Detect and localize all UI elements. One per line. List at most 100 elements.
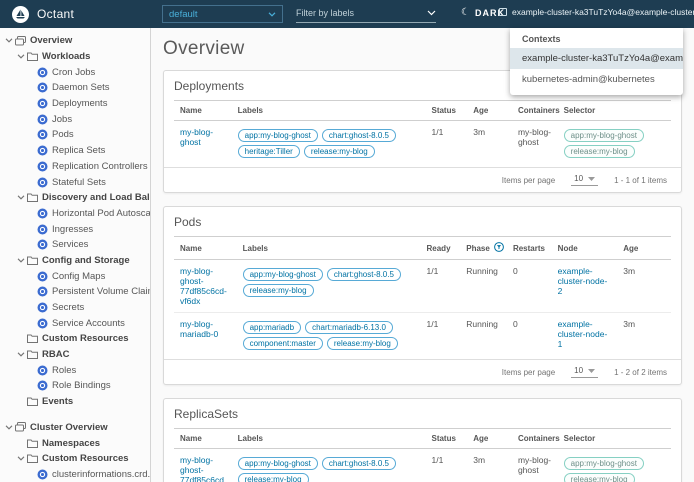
- page-size-select[interactable]: 10: [571, 174, 599, 186]
- folder-icon: [26, 439, 38, 448]
- table-cell: Running: [460, 260, 507, 313]
- cell-link[interactable]: example-cluster-node-1: [558, 319, 608, 349]
- table-cell: example-cluster-node-1: [551, 312, 618, 357]
- sidebar-item-daemon-sets[interactable]: Daemon Sets: [0, 80, 150, 96]
- folder-icon: [26, 52, 38, 62]
- sidebar-item-horizontal-pod-autoscalers[interactable]: Horizontal Pod Autoscalers: [0, 206, 150, 222]
- context-menu-item[interactable]: example-cluster-ka3TuTzYo4a@example-clu.…: [510, 48, 683, 69]
- cell-text: 0: [512, 266, 518, 276]
- resource-icon: [36, 286, 48, 297]
- context-menu-item[interactable]: kubernetes-admin@kubernetes: [510, 69, 683, 90]
- chevron-down-icon[interactable]: [16, 54, 26, 59]
- sidebar-item-config-maps[interactable]: Config Maps: [0, 268, 150, 284]
- folder-icon: [26, 334, 38, 344]
- context-menu: Contexts example-cluster-ka3TuTzYo4a@exa…: [510, 28, 683, 95]
- column-header: Name: [174, 100, 232, 121]
- cell-link[interactable]: my-blog-mariadb-0: [180, 319, 218, 339]
- chevron-down-icon[interactable]: [16, 195, 26, 200]
- chevron-down-icon[interactable]: [16, 352, 26, 357]
- cell-text: 3m: [623, 266, 636, 276]
- table-cell: app:my-blog-ghost chart:ghost-8.0.5 releas…: [232, 449, 426, 482]
- resource-icon: [36, 129, 48, 140]
- sidebar-item-custom-resources[interactable]: Custom Resources: [0, 451, 150, 467]
- selector-chip: app:my-blog-ghost: [563, 456, 644, 470]
- column-header: Labels: [231, 100, 426, 121]
- column-header-label: Labels: [237, 434, 263, 443]
- chevron-down-icon[interactable]: [16, 258, 26, 263]
- column-header-label: Containers: [517, 434, 560, 443]
- sidebar-item-roles[interactable]: Roles: [0, 362, 150, 378]
- sidebar-item-custom-resources[interactable]: Custom Resources: [0, 331, 150, 347]
- cell-link[interactable]: my-blog-ghost-77df85c6cd: [180, 455, 224, 482]
- chevron-down-icon: [17, 54, 25, 59]
- sidebar-item-discovery-and-load-balancing[interactable]: Discovery and Load Balancing: [0, 190, 150, 206]
- sidebar-item-replica-sets[interactable]: Replica Sets: [0, 143, 150, 159]
- namespace-selector[interactable]: default: [162, 5, 283, 23]
- page-size-select[interactable]: 10: [571, 366, 599, 378]
- sidebar-item-overview[interactable]: Overview: [0, 33, 150, 49]
- chevron-down-icon[interactable]: [4, 38, 14, 43]
- label-filter-input[interactable]: [296, 8, 427, 18]
- label-chip: release:my-blog: [242, 283, 314, 297]
- context-selector[interactable]: example-cluster-ka3TuTzYo4a@example-clus…: [499, 7, 694, 17]
- selector-chip: app:my-blog-ghost: [563, 128, 644, 142]
- sidebar-item-services[interactable]: Services: [0, 237, 150, 253]
- sidebar-item-events[interactable]: Events: [0, 394, 150, 410]
- table-cell: example-cluster-node-2: [552, 260, 618, 313]
- sidebar-item-deployments[interactable]: Deployments: [0, 96, 150, 112]
- label-chip: component:master: [242, 336, 323, 350]
- label-chip: app:my-blog-ghost: [237, 456, 318, 470]
- chevron-down-icon[interactable]: [4, 425, 14, 430]
- sidebar-item-label: Daemon Sets: [52, 82, 110, 94]
- cell-text: 3m: [623, 319, 636, 329]
- cell-link[interactable]: my-blog-ghost: [180, 127, 213, 147]
- table-cell: Running: [460, 312, 507, 357]
- sidebar-item-pods[interactable]: Pods: [0, 127, 150, 143]
- chevron-down-icon[interactable]: [16, 456, 26, 461]
- sidebar-item-label: Config and Storage: [42, 254, 130, 266]
- resource-icon: [36, 239, 48, 250]
- column-header-label: Node: [557, 243, 578, 253]
- context-selector-value: example-cluster-ka3TuTzYo4a@example-clus…: [512, 7, 694, 17]
- sidebar-item-cluster-overview[interactable]: Cluster Overview: [0, 420, 150, 436]
- sidebar-item-role-bindings[interactable]: Role Bindings: [0, 378, 150, 394]
- sidebar-item-jobs[interactable]: Jobs: [0, 111, 150, 127]
- sidebar-item-namespaces[interactable]: Namespaces: [0, 435, 150, 451]
- page-size-value: 10: [574, 366, 584, 375]
- cell-link[interactable]: my-blog-ghost-77df85c6cd-vf6dx: [180, 266, 227, 306]
- filter-icon[interactable]: [493, 242, 504, 252]
- label-filter[interactable]: [296, 4, 436, 23]
- sidebar-item-service-accounts[interactable]: Service Accounts: [0, 315, 150, 331]
- sidebar-item-persistent-volume-claims[interactable]: Persistent Volume Claims: [0, 284, 150, 300]
- column-header: Selector: [557, 428, 671, 449]
- sidebar-item-secrets[interactable]: Secrets: [0, 300, 150, 316]
- chevron-down-icon[interactable]: [427, 10, 436, 16]
- cell-link[interactable]: example-cluster-node-2: [558, 266, 608, 296]
- table-row: my-blog-ghost app:my-blog-ghost chart:ghos…: [174, 121, 671, 166]
- namespace-value: default: [169, 8, 198, 20]
- sidebar-item-clusterinformations-crd-projec[interactable]: clusterinformations.crd.projec: [0, 467, 150, 482]
- sidebar-item-ingresses[interactable]: Ingresses: [0, 221, 150, 237]
- sidebar-item-workloads[interactable]: Workloads: [0, 49, 150, 65]
- sidebar-item-label: Role Bindings: [52, 380, 111, 392]
- table-cell: app:my-blog-ghost release:my-blog: [558, 121, 671, 166]
- column-header-label: Phase: [466, 243, 490, 253]
- column-header-label: Selector: [563, 434, 596, 443]
- sidebar-item-rbac[interactable]: RBAC: [0, 347, 150, 363]
- sidebar-item-config-and-storage[interactable]: Config and Storage: [0, 253, 150, 269]
- cell-text: Running: [466, 319, 498, 329]
- column-header-label: Ready: [426, 243, 451, 253]
- label-chip: app:my-blog-ghost: [242, 267, 323, 281]
- label-chip: chart:ghost-8.0.5: [321, 456, 396, 470]
- card-replicasets: ReplicaSets Name Labels Status Age Containers…: [163, 398, 682, 482]
- sidebar-item-replication-controllers[interactable]: Replication Controllers: [0, 159, 150, 175]
- column-header-label: Labels: [237, 106, 263, 115]
- sidebar-item-cron-jobs[interactable]: Cron Jobs: [0, 64, 150, 80]
- sidebar-item-stateful-sets[interactable]: Stateful Sets: [0, 174, 150, 190]
- layers-icon: [14, 422, 26, 432]
- resource-icon: [37, 67, 47, 78]
- card-title: Pods: [174, 215, 202, 229]
- table-cell: 3m: [467, 449, 512, 482]
- table-cell: 1/1: [420, 312, 461, 357]
- label-chip: chart:ghost-8.0.5: [321, 128, 396, 142]
